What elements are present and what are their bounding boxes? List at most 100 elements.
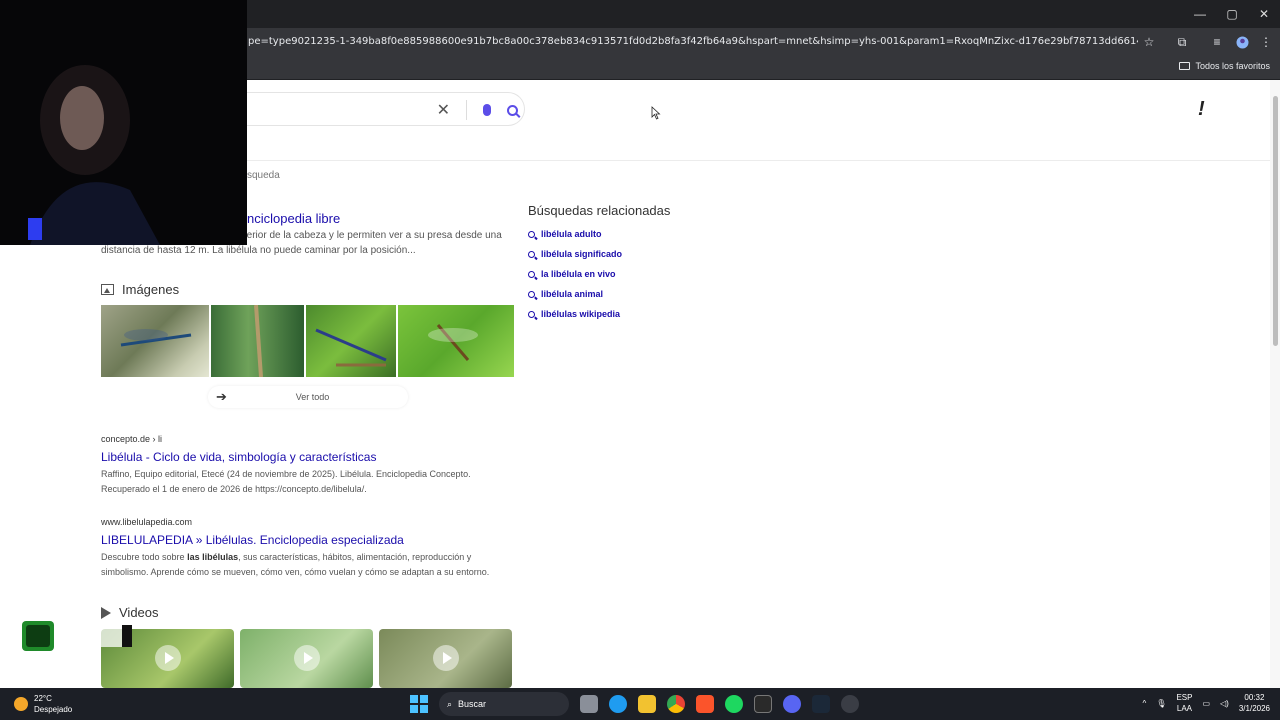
images-heading-label: Imágenes: [122, 282, 180, 297]
address-bar-url[interactable]: pe=type9021235-1-349ba8f0e885988600e91b7…: [248, 36, 1138, 47]
videos-heading-label: Videos: [119, 605, 159, 620]
dragonfly-image-4[interactable]: [398, 305, 514, 377]
network-icon[interactable]: ▭: [1202, 699, 1210, 708]
taskbar-apps: ⌕ Buscar: [410, 692, 859, 716]
folder-icon: [1179, 62, 1191, 70]
result-desc-pre: Descubre todo sobre: [101, 552, 188, 562]
discord-icon[interactable]: [783, 695, 801, 713]
page-scrollbar[interactable]: [1270, 80, 1280, 688]
clear-search-icon[interactable]: ✕: [437, 100, 450, 120]
search-icon: [528, 250, 535, 258]
bookmark-star-icon[interactable]: ☆: [1141, 34, 1157, 50]
brave-icon[interactable]: [696, 695, 714, 713]
related-search-label: libélula adulto: [541, 229, 602, 239]
search-icon: [528, 310, 535, 318]
search-result: www.libelulapedia.com LIBELULAPEDIA » Li…: [101, 517, 513, 580]
play-icon: [294, 645, 320, 671]
webcam-overlay: [0, 0, 247, 245]
clock-date: 3/1/2026: [1238, 704, 1270, 713]
maximize-button[interactable]: ▢: [1216, 0, 1248, 28]
all-bookmarks-label: Todos los favoritos: [1195, 61, 1270, 71]
clock[interactable]: 00:32 3/1/2026: [1239, 692, 1270, 714]
system-tray: ^ 🎙 ESP LAA ▭ ◁) 00:32 3/1/2026: [1143, 692, 1270, 714]
image-thumbnails: [101, 304, 514, 378]
edge-icon[interactable]: [609, 695, 627, 713]
video-thumbnails: [101, 629, 512, 688]
breadcrumb: squeda: [247, 170, 280, 181]
chevron-up-icon[interactable]: ^: [1143, 699, 1147, 708]
result-desc: Raffino, Equipo editorial, Etecé (24 de …: [101, 469, 471, 494]
search-icon: [528, 270, 535, 278]
windows-start-icon[interactable]: [410, 695, 428, 713]
dragonfly-image-3[interactable]: [306, 305, 396, 377]
close-window-button[interactable]: ✕: [1248, 0, 1280, 28]
taskbar-search[interactable]: ⌕ Buscar: [439, 692, 569, 716]
task-view-icon[interactable]: [580, 695, 598, 713]
search-divider: [466, 100, 467, 120]
scrollbar-thumb[interactable]: [1273, 96, 1278, 346]
search-icon: [528, 230, 535, 238]
wiki-result-title[interactable]: nciclopedia libre: [247, 211, 340, 226]
weather-widget[interactable]: 22°C Despejado: [14, 693, 72, 715]
epic-games-icon[interactable]: [754, 695, 772, 713]
search-icon: [528, 290, 535, 298]
mouse-cursor-icon: [651, 106, 661, 120]
volume-icon[interactable]: ◁): [1220, 699, 1229, 708]
related-searches-heading: Búsquedas relacionadas: [528, 203, 671, 218]
minimize-button[interactable]: —: [1184, 0, 1216, 28]
related-search-label: libélula animal: [541, 289, 604, 299]
microphone-icon[interactable]: [483, 104, 491, 116]
search-icon[interactable]: [507, 104, 518, 116]
media-control-icon[interactable]: ≡: [1209, 34, 1225, 50]
result-title-link[interactable]: LIBELULAPEDIA » Libélulas. Enciclopedia …: [101, 533, 513, 547]
related-search-label: la libélula en vivo: [541, 269, 616, 279]
file-explorer-icon[interactable]: [638, 695, 656, 713]
profile-avatar-icon[interactable]: [1234, 34, 1250, 50]
weather-icon: [14, 697, 28, 711]
search-icon: ⌕: [447, 698, 453, 709]
related-search-item[interactable]: libélula adulto: [528, 224, 670, 244]
stream-badge-overlay: [22, 621, 132, 651]
all-bookmarks-button[interactable]: Todos los favoritos: [1179, 61, 1270, 71]
see-all-label: Ver todo: [295, 392, 330, 402]
image-icon: [101, 284, 114, 295]
clock-time: 00:32: [1244, 693, 1265, 702]
weather-temperature: 22°C: [34, 694, 52, 703]
steam-icon[interactable]: [812, 695, 830, 713]
app-icon[interactable]: [841, 695, 859, 713]
yahoo-logo[interactable]: !: [1198, 98, 1205, 121]
windows-taskbar: 22°C Despejado ⌕ Buscar ^ 🎙 ESP LAA ▭ ◁)…: [0, 688, 1280, 720]
videos-section-heading: Videos: [101, 605, 159, 620]
spotify-icon[interactable]: [725, 695, 743, 713]
weather-condition: Despejado: [34, 705, 73, 714]
result-url: www.libelulapedia.com: [101, 517, 193, 527]
related-search-item[interactable]: libélula animal: [528, 284, 670, 304]
extensions-icon[interactable]: ⧉: [1174, 34, 1190, 50]
related-search-item[interactable]: libélula significado: [528, 244, 670, 264]
related-searches: Búsquedas relacionadas libélula adulto l…: [528, 203, 670, 324]
dragonfly-image-1[interactable]: [101, 305, 209, 377]
microphone-icon[interactable]: 🎙: [1156, 699, 1166, 708]
images-section-heading: Imágenes: [101, 282, 179, 297]
related-search-item[interactable]: libélulas wikipedia: [528, 304, 670, 324]
taskbar-search-label: Buscar: [458, 699, 487, 709]
dragonfly-image-2[interactable]: [211, 304, 304, 378]
language-indicator[interactable]: ESP LAA: [1176, 692, 1192, 714]
related-search-label: libélulas wikipedia: [541, 309, 621, 319]
language-code: ESP: [1176, 693, 1193, 702]
video-thumbnail-2[interactable]: [240, 629, 373, 688]
window-controls: — ▢ ✕: [1184, 0, 1280, 28]
arrow-right-icon: ➔: [216, 389, 227, 404]
more-menu-icon[interactable]: ⋮: [1258, 34, 1274, 50]
result-desc: Descubre todo sobre las libélulas, sus c…: [101, 550, 513, 580]
chrome-icon[interactable]: [667, 695, 685, 713]
see-all-images-button[interactable]: ➔ Ver todo: [208, 386, 408, 408]
video-thumbnail-3[interactable]: [379, 629, 512, 688]
webcam-person-image: [0, 0, 247, 245]
result-title-link[interactable]: Libélula - Ciclo de vida, simbología y c…: [101, 450, 513, 464]
play-outline-icon: [101, 606, 111, 619]
play-icon: [155, 645, 181, 671]
play-icon: [433, 645, 459, 671]
search-result: concepto.de › li Libélula - Ciclo de vid…: [101, 434, 513, 497]
related-search-item[interactable]: la libélula en vivo: [528, 264, 670, 284]
